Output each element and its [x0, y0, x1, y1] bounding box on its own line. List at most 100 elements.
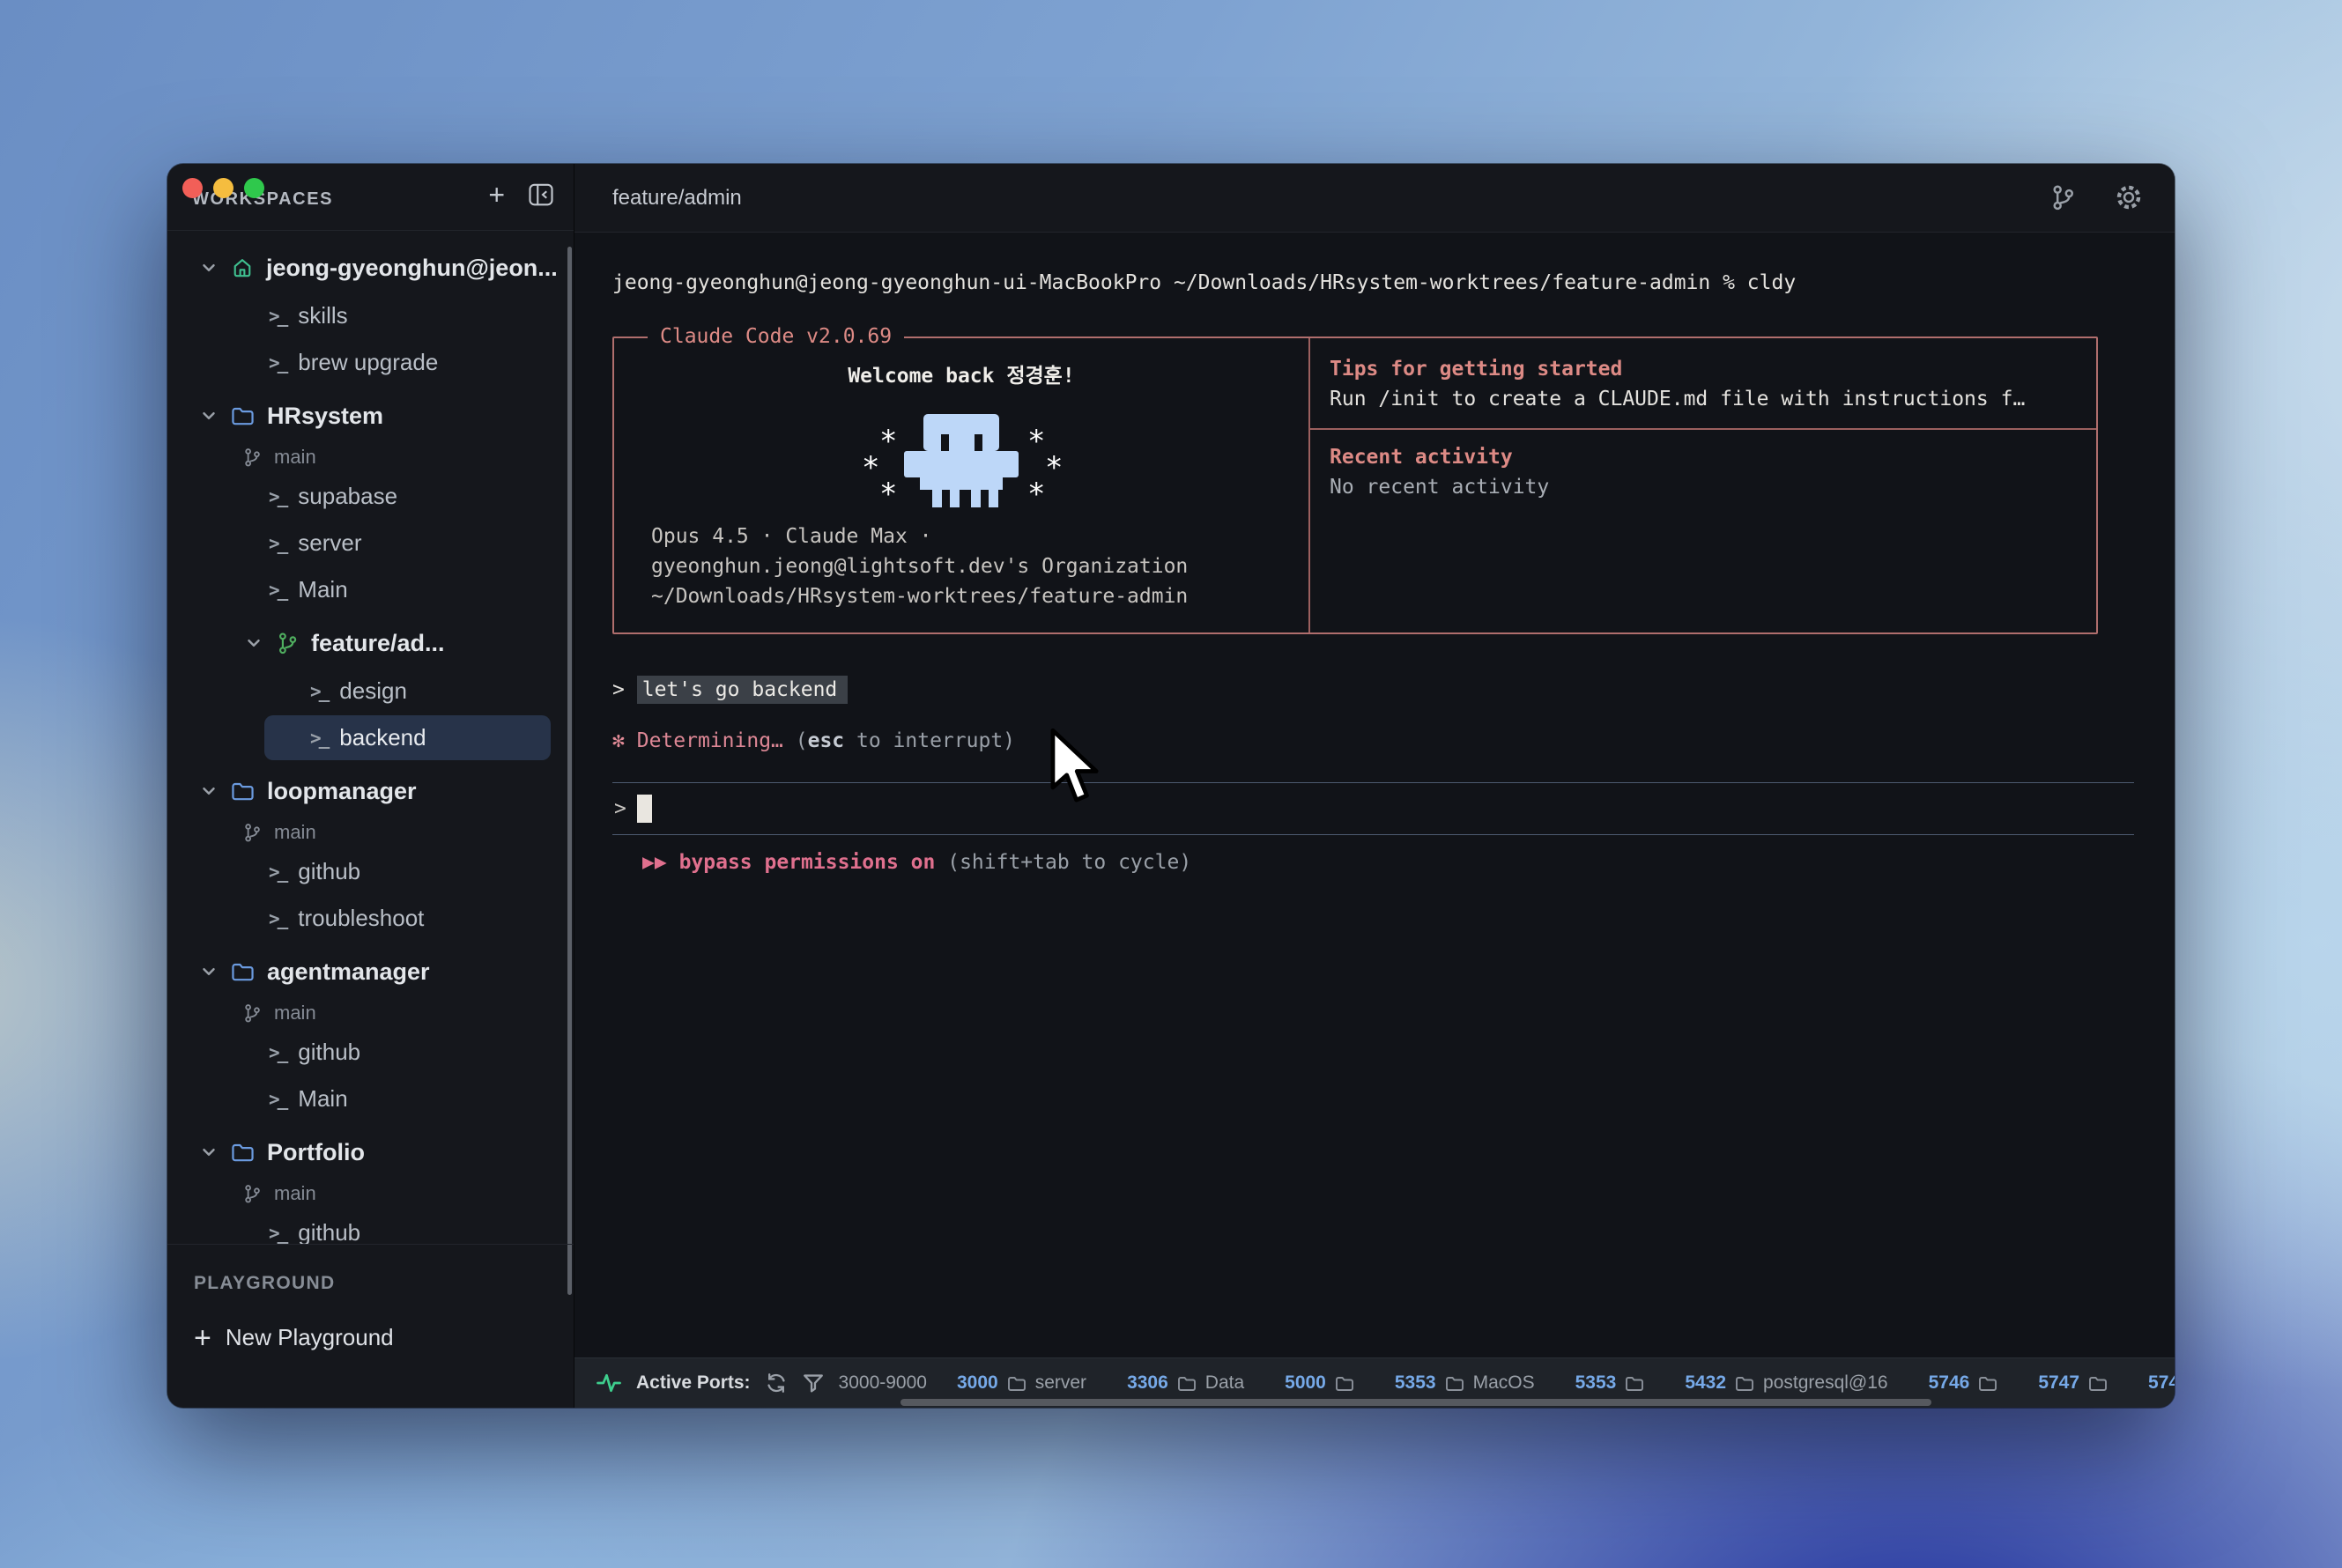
- sidebar-scrollbar[interactable]: [567, 247, 572, 1295]
- svg-text:*: *: [862, 450, 879, 485]
- folder-icon: [231, 961, 255, 982]
- folder-icon: [2088, 1375, 2108, 1392]
- tree-item-server[interactable]: >_server: [167, 520, 574, 566]
- tree-item-design[interactable]: >_ design: [167, 668, 574, 714]
- banner-tips-panel: Tips for getting started Run /init to cr…: [1310, 338, 2096, 632]
- tree-item-main[interactable]: >_Main: [167, 566, 574, 613]
- tree-item-label: main: [274, 446, 316, 469]
- folder-icon: [1445, 1375, 1464, 1392]
- tree-item-main[interactable]: main: [167, 440, 574, 473]
- user-message-text: let's go backend: [637, 676, 849, 704]
- add-workspace-button[interactable]: +: [488, 181, 505, 208]
- port-number: 5353: [1395, 1372, 1436, 1394]
- tree-item-skills[interactable]: >_skills: [167, 292, 574, 339]
- terminal-icon: >_: [269, 486, 285, 507]
- chevron-down-icon[interactable]: [199, 258, 219, 277]
- mouse-cursor: [1047, 728, 1101, 809]
- chevron-down-icon[interactable]: [199, 406, 219, 425]
- tree-item-label: backend: [339, 724, 426, 751]
- terminal-header: feature/admin: [574, 164, 2175, 233]
- banner-box-title: Claude Code v2.0.69: [648, 322, 904, 351]
- banner-path-line: ~/Downloads/HRsystem-worktrees/feature-a…: [651, 581, 1308, 611]
- tree-item-label: HRsystem: [267, 403, 383, 430]
- tree-item-troubleshoot[interactable]: >_troubleshoot: [167, 895, 574, 942]
- tree-item-github[interactable]: >_github: [167, 1029, 574, 1076]
- terminal-icon: >_: [310, 728, 327, 749]
- port-number: 3000: [957, 1372, 998, 1394]
- zoom-window-button[interactable]: [244, 178, 264, 198]
- tree-item-label: design: [339, 677, 407, 705]
- terminal-icon: >_: [269, 1089, 285, 1110]
- port-entry-3000[interactable]: 3000server: [957, 1372, 1086, 1394]
- tree-item-main[interactable]: main: [167, 1177, 574, 1209]
- terminal-icon: >_: [310, 681, 327, 702]
- tree-item-portfolio[interactable]: Portfolio: [167, 1128, 574, 1177]
- tree-item-hrsystem[interactable]: HRsystem: [167, 391, 574, 440]
- port-entry-5748[interactable]: 5748: [2148, 1372, 2175, 1394]
- tree-item-github[interactable]: >_github: [167, 848, 574, 895]
- minimize-window-button[interactable]: [213, 178, 233, 198]
- playground-section: PLAYGROUND + New Playground: [167, 1244, 574, 1408]
- tree-item-jeong-gyeonghun-jeon-[interactable]: jeong-gyeonghun@jeon...: [167, 243, 574, 292]
- new-playground-button[interactable]: + New Playground: [194, 1324, 394, 1351]
- gear-icon[interactable]: [2115, 183, 2143, 211]
- tree-item-github[interactable]: >_github: [167, 1209, 574, 1244]
- workspace-tree: jeong-gyeonghun@jeon...>_skills>_brew up…: [167, 231, 574, 1244]
- tree-item-main[interactable]: >_ Main: [167, 1076, 574, 1122]
- terminal-icon: >_: [269, 862, 285, 883]
- tree-item-agentmanager[interactable]: agentmanager: [167, 947, 574, 996]
- port-entry-5353[interactable]: 5353: [1575, 1372, 1645, 1394]
- tree-item-backend[interactable]: >_ backend: [167, 714, 574, 761]
- tree-item-loopmanager[interactable]: loopmanager: [167, 766, 574, 816]
- port-number: 5353: [1575, 1372, 1617, 1394]
- tree-item-label: Main: [298, 1085, 347, 1113]
- svg-text:*: *: [879, 477, 897, 512]
- port-number: 5748: [2148, 1372, 2175, 1394]
- banner-model-line: Opus 4.5 · Claude Max ·: [651, 521, 1308, 551]
- svg-text:*: *: [1045, 450, 1063, 485]
- folder-icon: [1625, 1375, 1644, 1392]
- chevron-down-icon[interactable]: [199, 781, 219, 801]
- close-window-button[interactable]: [182, 178, 203, 198]
- input-prompt-char: >: [614, 794, 626, 824]
- terminal-pane: feature/admin: [574, 164, 2175, 1408]
- refresh-icon[interactable]: [765, 1372, 788, 1394]
- tree-item-supabase[interactable]: >_supabase: [167, 473, 574, 520]
- svg-text:*: *: [1027, 424, 1045, 459]
- tree-item-main[interactable]: main: [167, 996, 574, 1029]
- terminal-icon: >_: [269, 306, 285, 327]
- desktop-wallpaper: WORKSPACES + jeong-gyeonghun@jeon...>_sk…: [0, 0, 2342, 1568]
- chevron-down-icon[interactable]: [199, 962, 219, 981]
- collapse-sidebar-icon[interactable]: [528, 182, 554, 207]
- ports-status-bar: Active Ports: 3000-9000 3000serv: [574, 1357, 2175, 1408]
- tree-item-brew-upgrade[interactable]: >_brew upgrade: [167, 339, 574, 386]
- recent-activity-body: No recent activity: [1330, 472, 2075, 502]
- permissions-mode-line: ▶▶ bypass permissions on (shift+tab to c…: [612, 847, 2134, 877]
- chevron-down-icon[interactable]: [244, 633, 263, 653]
- tips-body: Run /init to create a CLAUDE.md file wit…: [1330, 384, 2075, 414]
- git-branch-icon[interactable]: [2049, 183, 2076, 211]
- tree-item-label: github: [298, 1219, 360, 1244]
- tree-item-feature-ad-[interactable]: feature/ad...: [167, 618, 574, 668]
- tree-item-main[interactable]: main: [167, 816, 574, 848]
- port-entry-5746[interactable]: 5746: [1929, 1372, 1998, 1394]
- home-icon: [231, 256, 254, 279]
- funnel-icon[interactable]: [802, 1372, 825, 1394]
- port-entry-3306[interactable]: 3306Data: [1127, 1372, 1244, 1394]
- welcome-message: Welcome back 정경훈!: [614, 361, 1308, 391]
- port-entry-5000[interactable]: 5000: [1285, 1372, 1354, 1394]
- terminal-content[interactable]: jeong-gyeonghun@jeong-gyeonghun-ui-MacBo…: [574, 233, 2175, 1357]
- port-entry-5747[interactable]: 5747: [2038, 1372, 2108, 1394]
- ports-scrollbar[interactable]: [900, 1399, 1931, 1406]
- tips-divider: [1310, 428, 2096, 430]
- chevron-down-icon[interactable]: [199, 1143, 219, 1162]
- folder-icon: [1735, 1375, 1754, 1392]
- port-number: 5747: [2038, 1372, 2079, 1394]
- mode-arrows-icon: ▶▶: [642, 851, 667, 874]
- port-entry-5353[interactable]: 5353MacOS: [1395, 1372, 1535, 1394]
- claude-input-box[interactable]: >: [612, 782, 2134, 835]
- port-range-filter[interactable]: 3000-9000: [839, 1372, 927, 1394]
- playground-section-label: PLAYGROUND: [194, 1273, 335, 1294]
- port-entry-5432[interactable]: 5432postgresql@16: [1685, 1372, 1887, 1394]
- plus-icon: +: [194, 1325, 211, 1351]
